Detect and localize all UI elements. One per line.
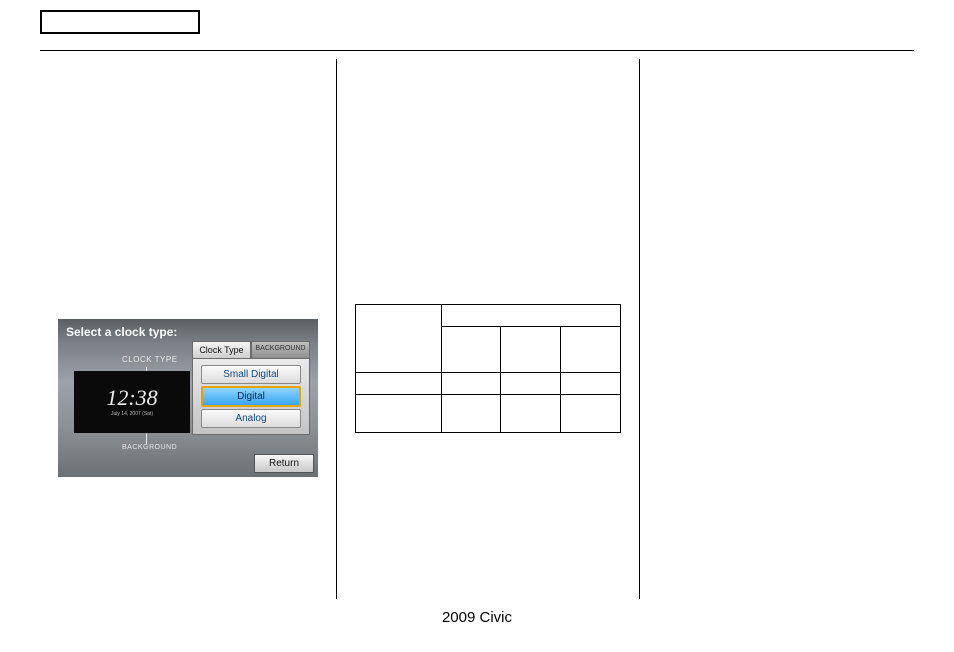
tab-background[interactable]: BACKGROUND <box>251 341 310 359</box>
option-analog[interactable]: Analog <box>201 409 301 428</box>
header-empty-box <box>40 10 200 34</box>
option-digital[interactable]: Digital <box>201 386 301 407</box>
table-row <box>356 305 621 327</box>
clock-type-callout-label: CLOCK TYPE <box>122 355 178 364</box>
background-callout-label: BACKGROUND <box>122 444 177 451</box>
return-button[interactable]: Return <box>254 454 314 473</box>
clock-preview-box: 12:38 July 14, 2007 (Sat) <box>74 371 190 433</box>
page-footer: 2009 Civic <box>40 609 914 626</box>
tab-row: Clock Type BACKGROUND <box>192 341 310 359</box>
clock-type-panel: Clock Type BACKGROUND Small Digital Digi… <box>192 341 310 435</box>
tab-clock-type[interactable]: Clock Type <box>192 341 251 359</box>
column-1: Select a clock type: CLOCK TYPE 12:38 Ju… <box>40 59 336 599</box>
page-columns: Select a clock type: CLOCK TYPE 12:38 Ju… <box>40 59 914 599</box>
table-row <box>356 373 621 395</box>
screenshot-title: Select a clock type: <box>66 325 177 339</box>
column-2 <box>336 59 639 599</box>
clock-type-options: Small Digital Digital Analog <box>192 359 310 435</box>
outline-table <box>355 304 621 433</box>
column-3 <box>639 59 914 599</box>
table-row <box>356 395 621 433</box>
clock-type-screenshot: Select a clock type: CLOCK TYPE 12:38 Ju… <box>58 319 318 477</box>
option-small-digital[interactable]: Small Digital <box>201 365 301 384</box>
clock-date: July 14, 2007 (Sat) <box>111 411 153 417</box>
horizontal-rule <box>40 50 914 51</box>
clock-time: 12:38 <box>106 387 157 409</box>
